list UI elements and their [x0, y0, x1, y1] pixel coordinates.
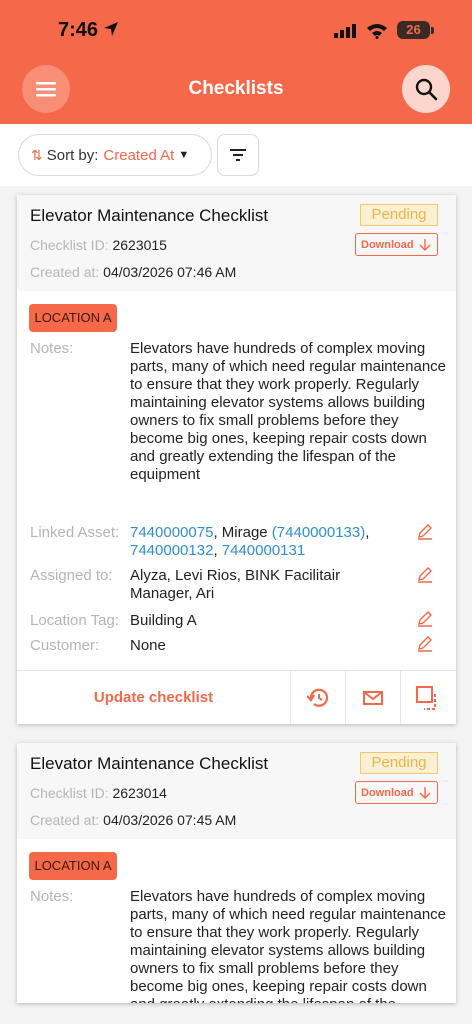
search-icon [415, 78, 438, 101]
edit-location-tag-pencil-icon[interactable] [417, 611, 433, 627]
checklist-id-label: Checklist ID: [30, 237, 109, 253]
checklist-title: Elevator Maintenance Checklist [30, 754, 269, 773]
location-tag-label: Location Tag: [30, 612, 119, 629]
checklist-id-row: Checklist ID: 2623015 [30, 237, 167, 253]
update-checklist-button[interactable]: Update checklist [17, 671, 290, 724]
download-label: Download [361, 786, 414, 799]
created-at-row: Created at: 04/03/2026 07:45 AM [30, 812, 236, 828]
download-button[interactable]: Download [355, 233, 438, 256]
notes-label: Notes: [30, 888, 74, 905]
email-button[interactable] [345, 671, 400, 724]
expand-icon [416, 685, 436, 710]
battery-indicator: 26 [397, 21, 430, 39]
battery-cap [431, 27, 434, 34]
signal-icon [334, 24, 356, 38]
filter-button[interactable] [217, 134, 259, 176]
location-arrow-icon [104, 22, 118, 36]
checklist-card[interactable]: Elevator Maintenance Checklist Pending D… [17, 743, 456, 1003]
checklist-title: Elevator Maintenance Checklist [30, 206, 269, 225]
location-badge: LOCATION A [29, 304, 117, 332]
status-time: 7:46 [58, 19, 99, 41]
status-bar: 7:46 26 [0, 16, 472, 50]
edit-linked-asset-pencil-icon[interactable] [417, 524, 433, 540]
download-arrow-icon [419, 786, 431, 799]
expand-button[interactable] [400, 671, 455, 724]
sort-dropdown[interactable]: ⇅ Sort by: Created At ▼ [18, 134, 212, 176]
assigned-label: Assigned to: [30, 567, 113, 584]
card-body: LOCATION A Notes: Elevators have hundred… [17, 839, 456, 1003]
sort-value: Created At [103, 146, 175, 164]
card-body: LOCATION A Notes: Elevators have hundred… [17, 291, 456, 670]
app-header: 7:46 26 Checklists [0, 0, 472, 124]
created-at: 04/03/2026 07:46 AM [103, 264, 237, 280]
linked-asset-sep: , Mirage [213, 524, 272, 541]
linked-asset-link[interactable]: 7440000075 [130, 524, 213, 541]
history-button[interactable] [290, 671, 345, 724]
created-at-label: Created at: [30, 264, 100, 280]
history-icon [307, 688, 329, 707]
notes-label: Notes: [30, 340, 74, 357]
customer: None [130, 637, 166, 654]
caret-down-icon: ▼ [178, 149, 190, 161]
checklist-id: 2623015 [112, 237, 167, 253]
created-at: 04/03/2026 07:45 AM [103, 812, 237, 828]
notes-text: Elevators have hundreds of complex movin… [130, 888, 447, 1003]
filter-icon [230, 149, 246, 161]
linked-asset-sep: , [365, 524, 370, 541]
linked-assets: 7440000075, Mirage (7440000133), 74400001… [130, 524, 446, 560]
linked-asset-sep: , [213, 542, 222, 559]
created-at-label: Created at: [30, 812, 100, 828]
search-button[interactable] [402, 65, 450, 113]
wifi-icon [367, 24, 387, 39]
checklist-card[interactable]: Elevator Maintenance Checklist Pending D… [17, 195, 456, 724]
download-button[interactable]: Download [355, 781, 438, 804]
linked-asset-label: Linked Asset: [30, 524, 120, 541]
edit-assigned-pencil-icon[interactable] [417, 567, 433, 583]
checklist-id-row: Checklist ID: 2623014 [30, 785, 167, 801]
linked-asset-link[interactable]: (7440000133) [272, 524, 365, 541]
checklist-id-label: Checklist ID: [30, 785, 109, 801]
sort-label: Sort by: [46, 146, 99, 164]
created-at-row: Created at: 04/03/2026 07:46 AM [30, 264, 236, 280]
status-badge: Pending [360, 752, 438, 774]
location-badge: LOCATION A [29, 852, 117, 880]
customer-label: Customer: [30, 637, 100, 654]
linked-asset-link[interactable]: 7440000132 [130, 542, 213, 559]
card-header: Elevator Maintenance Checklist Pending D… [17, 195, 456, 291]
status-badge: Pending [360, 204, 438, 226]
mail-icon [363, 690, 383, 705]
download-arrow-icon [419, 238, 431, 251]
download-label: Download [361, 238, 414, 251]
notes-text: Elevators have hundreds of complex movin… [130, 340, 447, 483]
toolbar: ⇅ Sort by: Created At ▼ [0, 124, 472, 186]
linked-asset-link[interactable]: 7440000131 [222, 542, 305, 559]
location-tag: Building A [130, 612, 197, 629]
checklist-id: 2623014 [112, 785, 167, 801]
sort-arrows-icon: ⇅ [31, 146, 43, 163]
edit-customer-pencil-icon[interactable] [417, 636, 433, 652]
assigned-to: Alyza, Levi Rios, BINK Facilitair Manage… [130, 567, 341, 602]
card-footer: Update checklist [17, 670, 456, 724]
card-header: Elevator Maintenance Checklist Pending D… [17, 743, 456, 839]
